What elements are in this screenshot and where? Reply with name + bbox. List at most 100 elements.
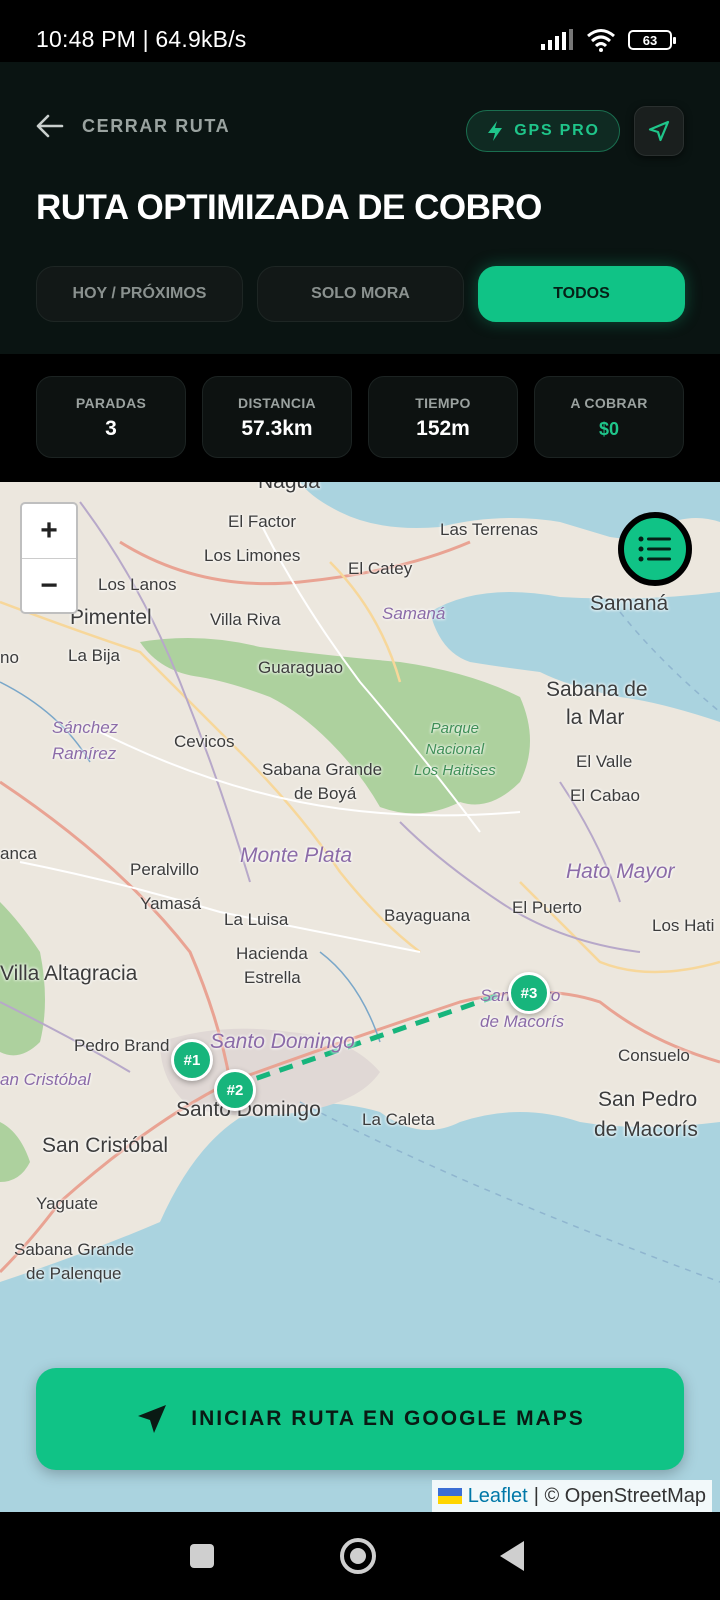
status-bar: 10:48 PM | 64.9kB/s 63: [0, 0, 720, 62]
map-place-label: de Boyá: [294, 784, 357, 803]
close-route-button[interactable]: CERRAR RUTA: [36, 114, 230, 138]
start-route-label: INICIAR RUTA EN GOOGLE MAPS: [191, 1407, 585, 1430]
map-place-label: Las Terrenas: [440, 520, 538, 539]
map-place-label: Pedro Brand: [74, 1036, 170, 1055]
stat-label: TIEMPO: [415, 395, 471, 411]
route-stop-marker-2[interactable]: #2: [214, 1069, 256, 1111]
map-place-label: Sabana de: [546, 678, 648, 701]
map-region-label: Samaná: [382, 604, 446, 623]
stat-paradas: PARADAS 3: [36, 376, 186, 458]
leaflet-link[interactable]: Leaflet: [468, 1485, 528, 1508]
home-button[interactable]: [340, 1538, 376, 1574]
map-place-label: Bayaguana: [384, 906, 471, 925]
map-place-label: Sabana Grande: [262, 760, 383, 779]
map-place-label: El Cabao: [570, 786, 640, 805]
arrow-left-icon: [36, 114, 64, 138]
map-place-label: Villa Altagracia: [0, 962, 138, 985]
map-place-label: El Factor: [228, 512, 297, 531]
stat-label: A COBRAR: [570, 395, 648, 411]
map-place-label: Nagua: [258, 482, 320, 494]
map-place-label: no: [0, 648, 19, 667]
system-nav-bar: [0, 1512, 720, 1600]
map-place-label: de Macorís: [594, 1118, 698, 1141]
map-place-label: Villa Riva: [210, 610, 281, 629]
stat-value: 3: [105, 417, 117, 440]
map-place-label: Cevicos: [174, 732, 235, 751]
stat-value: 152m: [416, 417, 470, 440]
map-place-label: La Bija: [68, 646, 120, 665]
map-place-label: La Luisa: [224, 910, 289, 929]
map-attribution: Leaflet | © OpenStreetMap: [431, 1480, 712, 1512]
gps-pro-badge: GPS PRO: [466, 110, 620, 152]
page-title: RUTA OPTIMIZADA DE COBRO: [36, 188, 542, 227]
map-place-label: Sabana Grande: [14, 1240, 135, 1259]
zoom-control: + −: [20, 502, 78, 614]
map-place-label: la Mar: [566, 706, 625, 729]
battery-icon: 63: [628, 30, 676, 50]
map-region-label: an Cristóbal: [0, 1070, 91, 1089]
status-icons: 63: [540, 28, 676, 52]
map-place-label: El Catey: [348, 559, 413, 578]
stat-label: DISTANCIA: [238, 395, 316, 411]
route-stop-marker-3[interactable]: #3: [508, 972, 550, 1014]
park-label-line: Los Haitises: [414, 762, 496, 779]
signal-icon: [541, 29, 573, 50]
zoom-out-button[interactable]: −: [22, 558, 76, 612]
tab-todos[interactable]: TODOS: [478, 266, 685, 322]
map-view[interactable]: Nagua El Factor Las Terrenas Los Limones…: [0, 482, 720, 1512]
locate-button[interactable]: [634, 106, 684, 156]
map-place-label: El Puerto: [512, 898, 582, 917]
map-place-label: anca: [0, 844, 37, 863]
map-place-label: Guaraguao: [258, 658, 344, 677]
map-place-label: Hacienda: [236, 944, 308, 963]
back-button[interactable]: [500, 1541, 524, 1571]
header: CERRAR RUTA GPS PRO RUTA OPTIMIZADA DE C…: [0, 62, 720, 354]
map-place-label: El Valle: [576, 752, 633, 771]
navigation-arrow-icon: [648, 120, 670, 142]
stat-a-cobrar: A COBRAR $0: [534, 376, 684, 458]
filter-tabs: HOY / PRÓXIMOS SOLO MORA TODOS: [36, 266, 685, 322]
lightning-icon: [488, 121, 503, 141]
list-icon: [638, 536, 671, 562]
map-region-label: Hato Mayor: [566, 860, 675, 883]
route-stats: PARADAS 3 DISTANCIA 57.3km TIEMPO 152m A…: [0, 354, 720, 482]
map-place-label: San Cristóbal: [42, 1134, 169, 1157]
stop-list-button[interactable]: [618, 512, 692, 586]
status-time: 10:48 PM | 64.9kB/s: [36, 26, 247, 52]
route-stop-marker-1[interactable]: #1: [171, 1039, 213, 1081]
map-place-label: Los Lanos: [98, 575, 177, 594]
stat-tiempo: TIEMPO 152m: [368, 376, 518, 458]
map-region-label: Ramírez: [52, 744, 117, 763]
map-region-label: de Macorís: [480, 1012, 565, 1031]
navigation-arrow-icon: [138, 1405, 167, 1433]
map-place-label: Los Hati: [652, 916, 715, 935]
tab-solo-mora[interactable]: SOLO MORA: [257, 266, 464, 322]
wifi-icon: [587, 29, 615, 52]
close-route-label: CERRAR RUTA: [82, 115, 231, 136]
map-place-label: Pimentel: [70, 606, 152, 629]
stat-distancia: DISTANCIA 57.3km: [202, 376, 352, 458]
map-region-label: Santo Domingo: [210, 1030, 355, 1053]
start-route-google-maps-button[interactable]: INICIAR RUTA EN GOOGLE MAPS: [36, 1368, 684, 1470]
park-label: Parque Nacional Los Haitises: [414, 718, 496, 781]
map-place-label: Peralvillo: [130, 860, 199, 879]
park-label-line: Parque: [430, 720, 480, 737]
map-tiles: [0, 482, 720, 1512]
stat-value: 57.3km: [241, 417, 313, 440]
map-place-label: Consuelo: [618, 1046, 690, 1065]
tab-hoy-proximos[interactable]: HOY / PRÓXIMOS: [36, 266, 243, 322]
map-place-label: Los Limones: [204, 546, 301, 565]
gps-pro-label: GPS PRO: [514, 122, 600, 139]
zoom-in-button[interactable]: +: [22, 504, 76, 558]
map-place-label: Estrella: [244, 968, 301, 987]
map-place-label: San Pedro: [598, 1088, 698, 1111]
map-place-label: Yamasá: [140, 894, 202, 913]
stat-label: PARADAS: [75, 395, 147, 411]
map-place-label: de Palenque: [26, 1264, 122, 1283]
park-label-line: Nacional: [425, 741, 485, 758]
recents-button[interactable]: [190, 1544, 214, 1568]
map-region-label: Sánchez: [52, 718, 119, 737]
osm-attribution-text: | © OpenStreetMap: [533, 1484, 706, 1507]
map-place-label: La Caleta: [362, 1110, 435, 1129]
map-place-label: Yaguate: [36, 1194, 99, 1213]
